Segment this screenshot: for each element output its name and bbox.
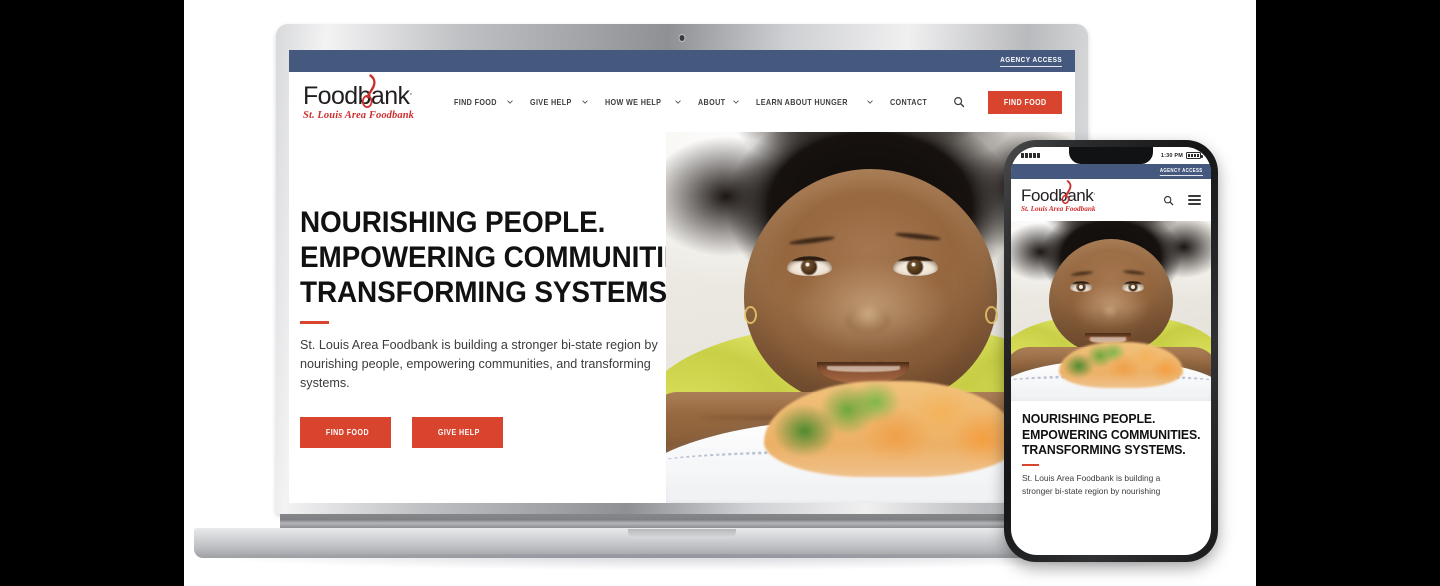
status-clock: 1:30 PM (1160, 152, 1183, 159)
photo-eye-left (786, 256, 832, 277)
nav-item-how-we-help[interactable]: HOW WE HELP (605, 97, 681, 107)
site-header: Foodbank. St. Louis Area Foodbank FIND F… (289, 72, 1075, 132)
hero-copy: NOURISHING PEOPLE. EMPOWERING COMMUNITIE… (289, 132, 709, 503)
search-icon[interactable] (953, 96, 965, 108)
photo-iris-left (801, 259, 817, 275)
nav-label: LEARN ABOUT HUNGER (755, 97, 848, 107)
laptop-bezel: AGENCY ACCESS Foodbank. St. Louis Area F… (289, 50, 1075, 503)
nav-label: HOW WE HELP (605, 97, 662, 107)
hero-find-food-button[interactable]: FIND FOOD (300, 417, 391, 449)
hero-give-help-button[interactable]: GIVE HELP (412, 417, 503, 449)
agency-access-link[interactable]: AGENCY ACCESS (999, 55, 1062, 67)
photo-eye-left (1070, 281, 1092, 293)
letterbox-left (0, 0, 184, 586)
nav-label: ABOUT (697, 97, 725, 107)
hero-section: NOURISHING PEOPLE. EMPOWERING COMMUNITIE… (289, 132, 1075, 503)
nav-label: FIND FOOD (454, 97, 497, 107)
chevron-down-icon (582, 100, 588, 104)
hero-accent-rule (300, 321, 329, 324)
photo-iris-right (907, 259, 923, 275)
phone-hero-image (1011, 221, 1211, 401)
logo-tagline: St. Louis Area Foodbank (303, 109, 415, 121)
laptop-hinge (280, 514, 1084, 528)
photo-iris-right (1129, 283, 1137, 292)
chevron-down-icon (507, 100, 514, 104)
signal-strength-icon (1021, 153, 1040, 158)
chevron-down-icon (733, 100, 739, 104)
phone-hero-photo-girl-with-vegetables (1011, 221, 1211, 401)
phone-screen: 1:30 PM AGENCY ACCESS Foodbank. St. Loui… (1011, 147, 1211, 555)
phone-logo-tagline: St. Louis Area Foodbank (1021, 205, 1096, 213)
logo-wordmark-text: Foodbank (303, 81, 410, 110)
letterbox-right (1256, 0, 1440, 586)
nav-item-give-help[interactable]: GIVE HELP (530, 97, 588, 107)
photo-foreground-blur (1011, 372, 1211, 401)
header-find-food-label: FIND FOOD (1003, 97, 1047, 107)
hero-give-help-label: GIVE HELP (437, 428, 480, 438)
webcam-icon (679, 35, 685, 41)
phone-agency-access-link[interactable]: AGENCY ACCESS (1160, 168, 1203, 176)
phone-body-line-1: St. Louis Area Foodbank is building a (1022, 473, 1161, 484)
hero-find-food-label: FIND FOOD (325, 428, 370, 438)
phone-header-icons (1163, 195, 1201, 206)
phone-status-bar: 1:30 PM (1011, 147, 1211, 164)
nav-label: GIVE HELP (530, 97, 572, 107)
phone-mockup: 1:30 PM AGENCY ACCESS Foodbank. St. Loui… (1004, 140, 1218, 568)
phone-headline-line-3: TRANSFORMING SYSTEMS. (1022, 442, 1186, 458)
search-icon[interactable] (1163, 195, 1174, 206)
primary-nav: FIND FOOD GIVE HELP HOW WE HELP ABOUT LE… (454, 90, 1062, 114)
hero-body-text: St. Louis Area Foodbank is building a st… (300, 337, 658, 391)
phone-hero-headline: NOURISHING PEOPLE. EMPOWERING COMMUNITIE… (1022, 411, 1201, 458)
nav-label: CONTACT (889, 97, 927, 107)
nav-item-learn-about-hunger[interactable]: LEARN ABOUT HUNGER (756, 97, 873, 107)
photo-eye-right (1122, 281, 1144, 293)
photo-nose (1099, 305, 1121, 320)
header-find-food-button[interactable]: FIND FOOD (987, 90, 1062, 114)
hero-headline-line-2: EMPOWERING COMMUNITIES. (300, 241, 709, 275)
device-mockup-canvas: AGENCY ACCESS Foodbank. St. Louis Area F… (184, 0, 1256, 586)
laptop-base-notch (628, 529, 736, 538)
phone-site-logo[interactable]: Foodbank. St. Louis Area Foodbank (1021, 180, 1096, 213)
phone-body-text: St. Louis Area Foodbank is building a st… (1022, 472, 1200, 498)
logo-wordmark: Foodbank. (303, 81, 413, 110)
logo-wordmark-dot: . (409, 85, 412, 98)
phone-frame: 1:30 PM AGENCY ACCESS Foodbank. St. Loui… (1004, 140, 1218, 562)
photo-earring-left (743, 306, 757, 325)
phone-site-header: Foodbank. St. Louis Area Foodbank (1011, 179, 1211, 221)
laptop-lid: AGENCY ACCESS Foodbank. St. Louis Area F… (276, 24, 1088, 514)
hamburger-menu-icon[interactable] (1188, 195, 1201, 205)
battery-icon (1186, 152, 1203, 159)
ladle-icon (361, 73, 376, 108)
nav-item-find-food[interactable]: FIND FOOD (454, 97, 514, 107)
chevron-down-icon (867, 100, 873, 104)
phone-logo-wordmark-text: Foodbank (1021, 186, 1094, 205)
laptop-screen: AGENCY ACCESS Foodbank. St. Louis Area F… (289, 50, 1075, 503)
laptop-mockup: AGENCY ACCESS Foodbank. St. Louis Area F… (188, 24, 1178, 570)
nav-item-about[interactable]: ABOUT (698, 97, 739, 107)
hero-cta-group: FIND FOOD GIVE HELP (300, 417, 666, 449)
phone-agency-access-bar: AGENCY ACCESS (1011, 164, 1211, 179)
hero-headline-line-1: NOURISHING PEOPLE. (300, 206, 606, 239)
phone-logo-wordmark-dot: . (1093, 187, 1096, 197)
phone-accent-rule (1022, 464, 1039, 467)
photo-eye-right (892, 256, 938, 277)
ladle-icon (1061, 180, 1072, 204)
status-right-group: 1:30 PM (1160, 152, 1203, 159)
phone-headline-line-1: NOURISHING PEOPLE. (1022, 411, 1156, 426)
phone-notch (1069, 147, 1153, 164)
nav-item-contact[interactable]: CONTACT (890, 97, 934, 107)
phone-hero-copy: NOURISHING PEOPLE. EMPOWERING COMMUNITIE… (1011, 401, 1211, 499)
photo-iris-left (1077, 283, 1085, 292)
mockup-stage: AGENCY ACCESS Foodbank. St. Louis Area F… (0, 0, 1440, 586)
hero-headline: NOURISHING PEOPLE. EMPOWERING COMMUNITIE… (300, 205, 709, 310)
chevron-down-icon (674, 100, 681, 104)
phone-body-line-2: stronger bi-state region by nourishing (1022, 486, 1161, 497)
hero-headline-line-3: TRANSFORMING SYSTEMS. (300, 276, 675, 310)
agency-access-bar: AGENCY ACCESS (289, 50, 1075, 72)
site-logo[interactable]: Foodbank. St. Louis Area Foodbank (303, 73, 415, 121)
phone-headline-line-2: EMPOWERING COMMUNITIES. (1022, 426, 1201, 442)
